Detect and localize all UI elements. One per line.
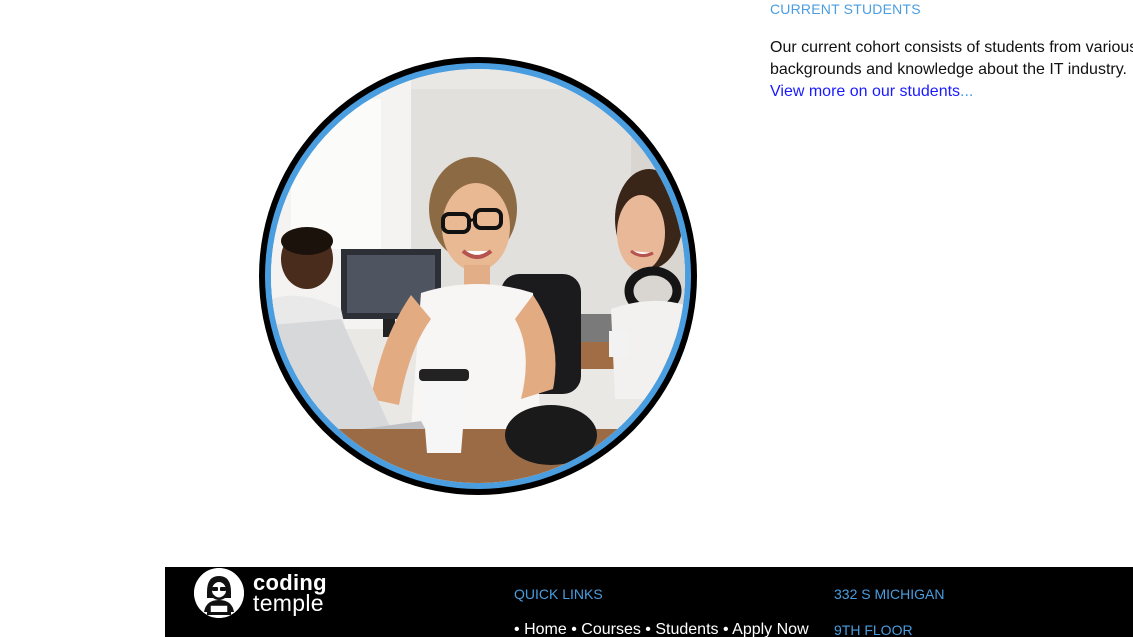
footer-link-students[interactable]: Students — [655, 621, 718, 637]
students-photo-illustration — [271, 69, 685, 483]
current-students-line-2: backgrounds and knowledge about the IT i… — [770, 61, 1127, 78]
page: CURRENT STUDENTS Our current cohort cons… — [0, 0, 1133, 637]
photo-blue-border — [265, 63, 691, 489]
current-students-line-1: Our current cohort consists of students … — [770, 39, 1133, 56]
bullet-separator: • — [571, 621, 577, 637]
bullet-separator: • — [514, 621, 520, 637]
quick-links-heading: QUICK LINKS — [514, 586, 603, 602]
footer: coding temple QUICK LINKS • Home • Cours… — [165, 567, 1133, 637]
address-line-1: 332 S MICHIGAN — [834, 586, 945, 602]
footer-link-apply-now[interactable]: Apply Now — [732, 621, 808, 637]
view-students-link-ellipsis: ... — [960, 83, 974, 100]
current-students-heading: CURRENT STUDENTS — [770, 1, 921, 17]
footer-link-courses[interactable]: Courses — [581, 621, 641, 637]
footer-link-home[interactable]: Home — [524, 621, 567, 637]
coding-temple-logo[interactable]: coding temple — [194, 567, 327, 619]
coder-avatar-icon — [194, 568, 244, 618]
students-photo-frame — [259, 57, 697, 495]
logo-wordmark: coding temple — [253, 572, 327, 616]
bullet-separator: • — [645, 621, 651, 637]
bullet-separator: • — [722, 621, 729, 637]
logo-line-2: temple — [253, 590, 324, 616]
students-photo — [271, 69, 685, 483]
quick-links-nav: • Home • Courses • Students • Apply Now — [514, 621, 809, 637]
view-students-link-text: View more on our students — [770, 83, 961, 100]
view-students-link[interactable]: View more on our students... — [770, 81, 1133, 103]
address-line-2: 9TH FLOOR — [834, 622, 913, 637]
current-students-text: Our current cohort consists of students … — [770, 37, 1133, 103]
